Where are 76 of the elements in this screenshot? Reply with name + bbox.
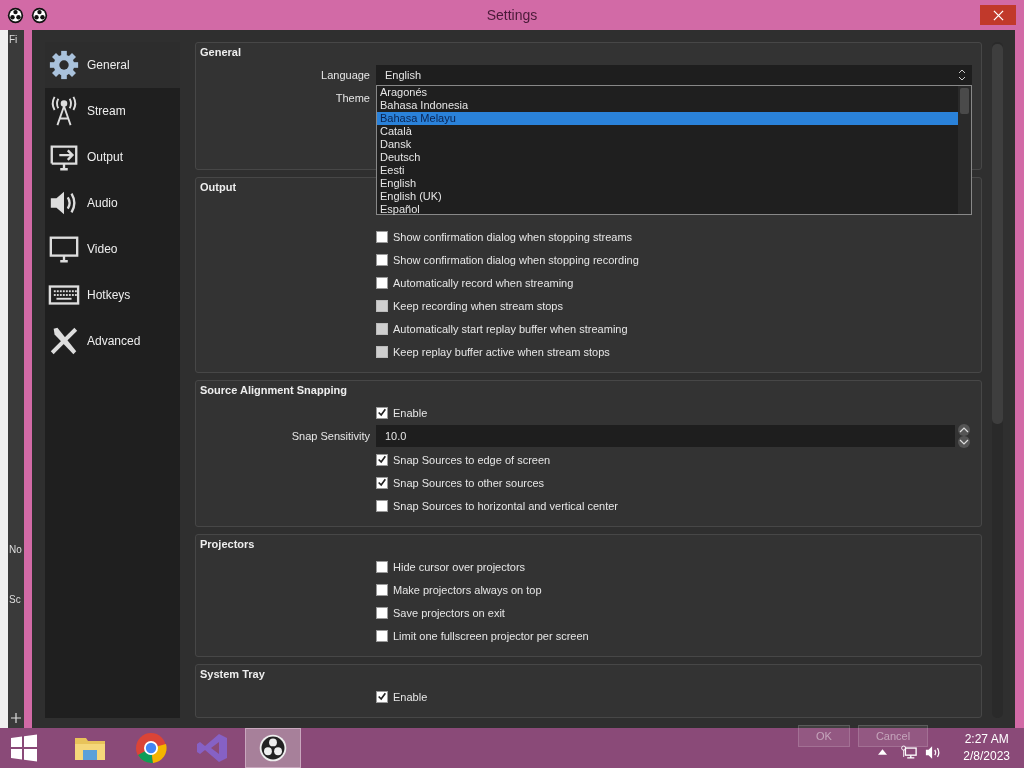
dropdown-option[interactable]: Bahasa Indonesia [377, 98, 958, 112]
checkbox-label: Show confirmation dialog when stopping streams [393, 230, 633, 243]
dropdown-option[interactable]: English (UK) [377, 189, 958, 203]
group-title: Output [200, 181, 237, 193]
logo-icon [7, 6, 24, 24]
plus-icon[interactable] [11, 713, 21, 723]
checkbox-label: Keep recording when stream stops [393, 299, 563, 312]
sidebar-item[interactable]: Audio [45, 180, 180, 226]
checkbox-label: Snap Sources to edge of screen [393, 453, 551, 466]
menu-fragment: Sc [9, 594, 21, 605]
checkbox[interactable] [376, 499, 388, 512]
dropdown-option[interactable]: Dansk [377, 137, 958, 151]
menu-fragment: No [9, 544, 22, 555]
dropdown-option[interactable]: Aragonés [377, 85, 958, 99]
dropdown-option[interactable]: Deutsch [377, 150, 958, 164]
field-label: Theme [334, 91, 371, 104]
group-title: Projectors [200, 538, 255, 550]
checkbox-label: Save projectors on exit [393, 606, 505, 619]
checkbox-label: Hide cursor over projectors [393, 560, 526, 573]
group-title: System Tray [200, 668, 265, 680]
scrollbar[interactable] [958, 85, 971, 214]
checkbox-label: Snap Sources to other sources [393, 476, 545, 489]
clock-time: 2:27 AM [964, 731, 1009, 748]
checkbox[interactable] [376, 629, 388, 642]
network-icon[interactable] [901, 744, 918, 760]
checkbox[interactable] [376, 230, 388, 243]
sidebar-item[interactable]: Hotkeys [45, 272, 180, 318]
caret-icon[interactable] [878, 749, 888, 755]
number-field[interactable]: 10.0 [376, 425, 955, 447]
dropdown-option[interactable]: English [377, 176, 958, 190]
taskbar-app[interactable] [245, 728, 301, 768]
dropdown-option[interactable]: Eesti [377, 163, 958, 177]
sidebar-item[interactable]: General [45, 42, 180, 88]
close-icon [992, 9, 1004, 21]
windows-icon[interactable] [10, 734, 38, 762]
checkbox[interactable] [376, 276, 388, 289]
checkbox-label: Automatically record when streaming [393, 276, 574, 289]
dropdown-option[interactable]: Español [377, 202, 958, 216]
menu-fragment: Fi [9, 34, 18, 45]
spin-arrows-icon[interactable] [956, 424, 972, 448]
checkbox[interactable] [376, 406, 388, 419]
gear-icon [48, 49, 80, 81]
window-title: Settings [486, 7, 538, 23]
checkbox-label: Automatically start replay buffer when streaming [393, 322, 628, 335]
clock-date: 2/8/2023 [963, 748, 1010, 765]
checkbox[interactable] [376, 560, 388, 573]
sidebar-item[interactable]: Video [45, 226, 180, 272]
close-button[interactable] [980, 5, 1016, 25]
checkbox-label: Make projectors always on top [393, 583, 542, 596]
checkbox[interactable] [376, 690, 388, 703]
checkbox[interactable] [376, 253, 388, 266]
updown-icon [958, 68, 966, 81]
browser-icon [135, 732, 167, 764]
group-title: General [200, 46, 241, 58]
speaker-icon[interactable] [925, 744, 942, 760]
group-title: Source Alignment Snapping [200, 384, 347, 396]
language-dropdown[interactable]: English [376, 64, 972, 85]
dropdown-option[interactable]: Català [377, 124, 958, 138]
checkbox-label: Enable [393, 406, 428, 419]
field-label: Language [320, 68, 371, 81]
logo-icon [31, 6, 48, 24]
checkbox-label: Show confirmation dialog when stopping recording [393, 253, 639, 266]
field-label: Snap Sensitivity [290, 430, 371, 442]
checkbox[interactable] [376, 583, 388, 596]
logo-icon [259, 734, 287, 762]
checkbox-label: Limit one fullscreen projector per screen [393, 629, 589, 642]
sidebar-item[interactable]: Stream [45, 88, 180, 134]
checkbox[interactable] [376, 476, 388, 489]
checkbox-label: Snap Sources to horizontal and vertical center [393, 499, 619, 512]
checkbox[interactable] [376, 606, 388, 619]
checkbox-label: Enable [393, 690, 428, 703]
dropdown-option[interactable]: Bahasa Melayu [377, 111, 958, 125]
sidebar-item[interactable]: Advanced [45, 318, 180, 364]
sidebar-item[interactable]: Output [45, 134, 180, 180]
checkbox-label: Keep replay buffer active when stream stops [393, 345, 610, 358]
checkbox[interactable] [376, 453, 388, 466]
